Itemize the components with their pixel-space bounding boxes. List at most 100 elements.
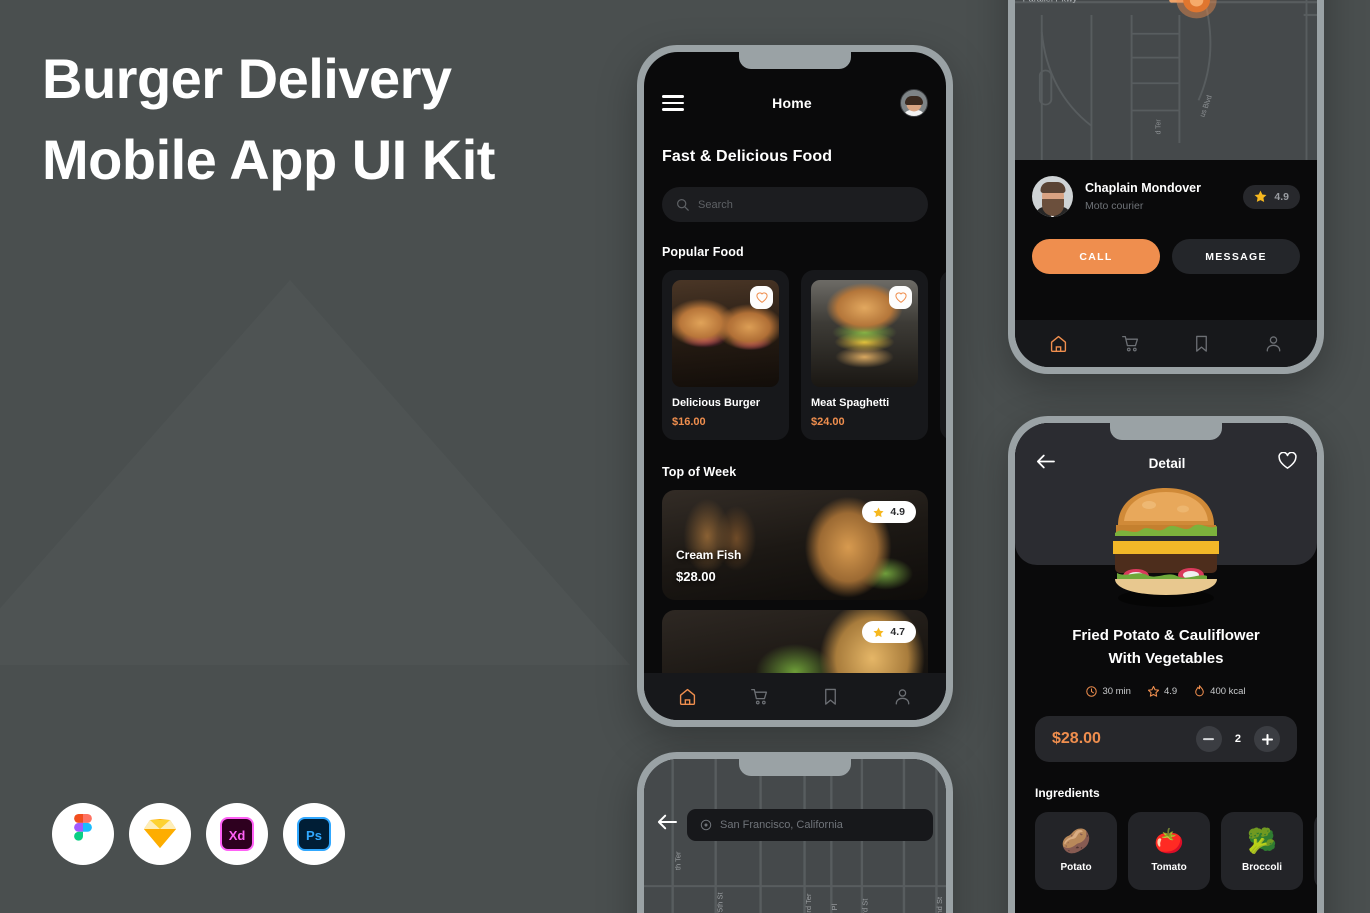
rating-badge: 4.7 bbox=[862, 621, 916, 643]
food-image bbox=[672, 280, 779, 387]
search-icon bbox=[677, 199, 689, 211]
home-scroll-area[interactable]: Delicious Burger $16.00 Meat Spaghetti $… bbox=[644, 259, 946, 673]
ingredient-card[interactable]: 🧅 C bbox=[1314, 812, 1317, 890]
ingredient-card[interactable]: 🥦 Broccoli bbox=[1221, 812, 1303, 890]
favorite-button[interactable] bbox=[1278, 451, 1297, 475]
tab-home[interactable] bbox=[1042, 329, 1076, 359]
phone-notch bbox=[739, 759, 851, 776]
tab-bookmarks[interactable] bbox=[814, 682, 848, 712]
food-card[interactable]: Delicious Burger $16.00 bbox=[662, 270, 789, 440]
star-icon bbox=[1147, 685, 1159, 697]
ingredient-name: Broccoli bbox=[1241, 861, 1282, 873]
svg-text:Parallel Pkwy: Parallel Pkwy bbox=[1023, 0, 1078, 3]
home-navbar: Home bbox=[662, 86, 928, 120]
svg-text:d Ter: d Ter bbox=[1153, 119, 1162, 135]
tab-profile[interactable] bbox=[1256, 329, 1290, 359]
user-avatar[interactable] bbox=[899, 89, 928, 117]
sketch-badge[interactable] bbox=[129, 803, 191, 865]
increase-quantity-button[interactable] bbox=[1254, 726, 1280, 752]
courier-screen: Parallel Pkwy us Blvd d Ter Chaplain Mo bbox=[1015, 0, 1317, 367]
quantity-value: 2 bbox=[1234, 733, 1241, 745]
hamburger-menu-icon[interactable] bbox=[662, 95, 684, 111]
home-screen: Home Fast & Delicious Food Search Popula… bbox=[644, 52, 946, 720]
svg-text:N 72nd St: N 72nd St bbox=[935, 896, 944, 913]
address-input[interactable]: San Francisco, California bbox=[687, 809, 933, 841]
courier-info-row: Chaplain Mondover Moto courier 4.9 bbox=[1032, 176, 1300, 217]
popular-food-row: Delicious Burger $16.00 Meat Spaghetti $… bbox=[662, 270, 946, 442]
message-button[interactable]: MESSAGE bbox=[1172, 239, 1300, 274]
week-card-name: Cream Fish bbox=[676, 548, 742, 562]
meta-calories: 400 kcal bbox=[1194, 685, 1246, 697]
ingredient-card[interactable]: 🥔 Potato bbox=[1035, 812, 1117, 890]
tab-home[interactable] bbox=[671, 682, 705, 712]
ingredient-name: Potato bbox=[1060, 861, 1092, 873]
meta-calories-text: 400 kcal bbox=[1210, 685, 1246, 697]
decrease-quantity-button[interactable] bbox=[1195, 726, 1222, 752]
food-card[interactable]: Sp $1 bbox=[940, 270, 946, 440]
photoshop-badge[interactable]: Ps bbox=[283, 803, 345, 865]
adobe-xd-badge[interactable]: Xd bbox=[206, 803, 268, 865]
dish-title-line-2: With Vegetables bbox=[1108, 649, 1224, 667]
week-card-meta: Cream Fish $28.00 bbox=[676, 548, 741, 584]
phone-notch bbox=[1110, 423, 1222, 440]
meta-time-text: 30 min bbox=[1102, 685, 1131, 697]
tab-profile[interactable] bbox=[885, 682, 919, 712]
section-title-popular: Popular Food bbox=[662, 245, 744, 259]
phone-mockup-map: th Ter N 75th St N 73rd Ter nd Pl N 73rd… bbox=[637, 752, 953, 913]
call-button[interactable]: CALL bbox=[1032, 239, 1160, 274]
ingredients-row: 🥔 Potato 🍅 Tomato 🥦 Broccoli 🧅 C bbox=[1035, 812, 1317, 890]
dish-title-line-1: Fried Potato & Cauliflower bbox=[1072, 627, 1260, 644]
week-card[interactable]: 4.7 bbox=[662, 610, 928, 673]
plus-icon bbox=[1261, 733, 1273, 745]
format-badges: Xd Ps bbox=[52, 803, 345, 865]
search-placeholder: Search bbox=[698, 198, 733, 211]
phone-mockup-courier: Parallel Pkwy us Blvd d Ter Chaplain Mo bbox=[1008, 0, 1324, 374]
heart-outline-icon[interactable] bbox=[750, 286, 773, 309]
map-screen[interactable]: th Ter N 75th St N 73rd Ter nd Pl N 73rd… bbox=[644, 759, 946, 913]
broccoli-icon: 🥦 bbox=[1247, 827, 1277, 855]
tab-bookmarks[interactable] bbox=[1185, 329, 1219, 359]
food-image bbox=[811, 280, 918, 387]
food-name: Delicious Burger bbox=[672, 397, 761, 409]
meta-rating-text: 4.9 bbox=[1163, 685, 1178, 697]
back-button[interactable] bbox=[656, 813, 678, 836]
cart-icon bbox=[1121, 335, 1138, 352]
page-title: Detail bbox=[1148, 456, 1186, 471]
page-title: Home bbox=[772, 95, 812, 111]
heart-outline-icon[interactable] bbox=[889, 286, 912, 309]
courier-map[interactable]: Parallel Pkwy us Blvd d Ter bbox=[1015, 0, 1317, 160]
rating-value: 4.9 bbox=[890, 506, 905, 518]
location-pin-icon bbox=[700, 819, 712, 831]
dish-meta-row: 30 min 4.9 400 kcal bbox=[1035, 685, 1297, 697]
food-name: Meat Spaghetti bbox=[811, 397, 890, 409]
tab-cart[interactable] bbox=[742, 682, 776, 712]
ingredient-card[interactable]: 🍅 Tomato bbox=[1128, 812, 1210, 890]
back-button[interactable] bbox=[1035, 453, 1056, 475]
search-input[interactable]: Search bbox=[662, 187, 928, 222]
detail-body: Fried Potato & Cauliflower With Vegetabl… bbox=[1015, 565, 1317, 890]
courier-name: Chaplain Mondover bbox=[1085, 181, 1201, 195]
bottom-tabbar bbox=[1015, 320, 1317, 367]
tab-cart[interactable] bbox=[1113, 329, 1147, 359]
bookmark-icon bbox=[825, 688, 837, 705]
courier-avatar bbox=[1032, 176, 1073, 217]
figma-badge[interactable] bbox=[52, 803, 114, 865]
svg-text:N 73rd St: N 73rd St bbox=[861, 898, 870, 913]
meta-rating: 4.9 bbox=[1147, 685, 1178, 697]
detail-screen: Detail Fried Potato & Cauliflower With V… bbox=[1015, 423, 1317, 913]
star-icon bbox=[873, 627, 884, 637]
profile-icon bbox=[895, 689, 910, 705]
potato-icon: 🥔 bbox=[1061, 827, 1091, 855]
heart-outline-icon bbox=[1278, 451, 1297, 469]
address-text: San Francisco, California bbox=[720, 819, 843, 831]
profile-icon bbox=[1266, 336, 1281, 352]
svg-text:N 75th St: N 75th St bbox=[715, 892, 724, 913]
courier-actions: CALL MESSAGE bbox=[1032, 239, 1300, 274]
food-price: $24.00 bbox=[811, 416, 845, 428]
food-card[interactable]: Meat Spaghetti $24.00 bbox=[801, 270, 928, 440]
home-icon bbox=[1051, 335, 1067, 352]
svg-text:nd Pl: nd Pl bbox=[830, 904, 839, 913]
svg-text:Xd: Xd bbox=[229, 828, 246, 843]
week-card[interactable]: 4.9 Cream Fish $28.00 bbox=[662, 490, 928, 600]
svg-text:N 73rd Ter: N 73rd Ter bbox=[804, 893, 813, 913]
